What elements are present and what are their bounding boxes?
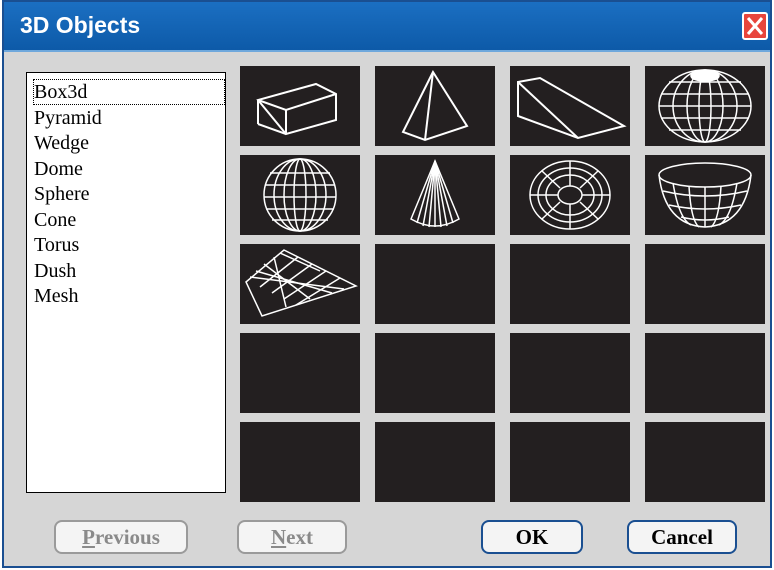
- next-label: ext: [286, 525, 313, 549]
- tile-empty: [240, 333, 360, 413]
- list-item-dush[interactable]: Dush: [34, 259, 76, 283]
- list-item-box3d[interactable]: Box3d: [33, 79, 225, 105]
- tile-sphere[interactable]: [240, 155, 360, 235]
- tile-empty: [375, 333, 495, 413]
- tile-pyramid[interactable]: [375, 66, 495, 146]
- list-item-cone[interactable]: Cone: [34, 208, 76, 232]
- mesh-icon: [245, 249, 358, 317]
- dish-icon: [658, 162, 752, 228]
- ok-button[interactable]: OK: [481, 520, 583, 554]
- previous-button[interactable]: Previous: [54, 520, 188, 554]
- tile-mesh[interactable]: [240, 244, 360, 324]
- title-bar[interactable]: 3D Objects: [4, 2, 770, 52]
- tile-cone[interactable]: [375, 155, 495, 235]
- previous-mnemonic: P: [82, 525, 95, 549]
- list-item-wedge[interactable]: Wedge: [34, 131, 89, 155]
- list-item-mesh[interactable]: Mesh: [34, 284, 78, 308]
- cancel-button[interactable]: Cancel: [627, 520, 737, 554]
- dialog-title: 3D Objects: [20, 12, 141, 38]
- tile-dish[interactable]: [645, 155, 765, 235]
- dialog-window: 3D Objects Box3d Pyramid Wedge Dome Sphe…: [2, 0, 772, 568]
- tile-empty: [645, 244, 765, 324]
- previous-label: revious: [94, 525, 160, 549]
- sphere-icon: [263, 158, 337, 232]
- list-item-sphere[interactable]: Sphere: [34, 182, 90, 206]
- next-mnemonic: N: [271, 525, 287, 549]
- next-button[interactable]: Next: [237, 520, 347, 554]
- close-icon: [746, 17, 764, 35]
- box-icon: [256, 82, 337, 136]
- tile-empty: [645, 333, 765, 413]
- tile-wedge[interactable]: [510, 66, 630, 146]
- tile-empty: [510, 333, 630, 413]
- tile-dome[interactable]: [645, 66, 765, 146]
- tile-empty: [240, 422, 360, 502]
- dome-icon: [658, 69, 752, 143]
- object-list[interactable]: Box3d Pyramid Wedge Dome Sphere Cone Tor…: [26, 72, 226, 493]
- close-button[interactable]: [742, 12, 768, 40]
- cone-icon: [410, 159, 460, 228]
- list-item-pyramid[interactable]: Pyramid: [34, 106, 102, 130]
- wedge-icon: [517, 76, 627, 140]
- tile-torus[interactable]: [510, 155, 630, 235]
- pyramid-icon: [401, 69, 469, 142]
- tile-empty: [645, 422, 765, 502]
- tile-empty: [375, 244, 495, 324]
- tile-empty: [510, 244, 630, 324]
- list-item-torus[interactable]: Torus: [34, 233, 79, 257]
- tile-empty: [375, 422, 495, 502]
- list-item-dome[interactable]: Dome: [34, 157, 83, 181]
- torus-icon: [529, 160, 611, 230]
- tile-empty: [510, 422, 630, 502]
- tile-box3d[interactable]: [240, 66, 360, 146]
